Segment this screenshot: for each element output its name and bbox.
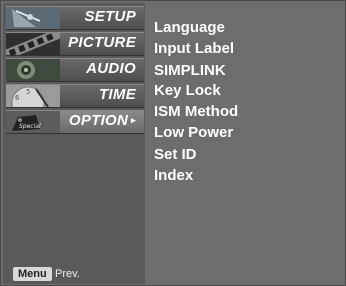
- tab-label: PICTURE: [68, 34, 136, 51]
- film-strip-icon: [6, 33, 60, 55]
- option-item-index[interactable]: Index: [154, 167, 193, 185]
- tab-label: OPTION ▸: [69, 112, 136, 129]
- tab-label: SETUP: [84, 8, 136, 25]
- tab-time[interactable]: 6 5 TIME: [6, 84, 144, 108]
- clock-icon: 6 5: [6, 85, 60, 107]
- category-menu-panel: SETUP PICTURE AUDIO 6 5 TIME Special OPT…: [3, 3, 145, 284]
- option-list-panel: Language Input Label SIMPLINK Key Lock I…: [148, 3, 345, 284]
- option-item-key-lock[interactable]: Key Lock: [154, 82, 221, 100]
- selected-arrow-icon: ▸: [131, 115, 136, 125]
- option-item-simplink[interactable]: SIMPLINK: [154, 62, 226, 80]
- special-tag-icon: Special: [6, 111, 60, 133]
- option-item-low-power[interactable]: Low Power: [154, 124, 233, 142]
- tab-setup[interactable]: SETUP: [6, 6, 144, 30]
- prev-hint-label: Prev.: [55, 268, 80, 280]
- option-item-language[interactable]: Language: [154, 19, 225, 37]
- tab-label: AUDIO: [86, 60, 136, 77]
- svg-text:Special: Special: [19, 123, 41, 130]
- option-item-set-id[interactable]: Set ID: [154, 146, 197, 164]
- svg-text:6: 6: [15, 94, 20, 102]
- tab-option[interactable]: Special OPTION ▸: [6, 110, 144, 134]
- tab-option-label: OPTION: [68, 112, 129, 129]
- menu-key-button[interactable]: Menu: [13, 267, 52, 281]
- option-item-input-label[interactable]: Input Label: [154, 40, 234, 58]
- satellite-dish-icon: [6, 7, 60, 29]
- tab-picture[interactable]: PICTURE: [6, 32, 144, 56]
- option-item-ism-method[interactable]: ISM Method: [154, 103, 238, 121]
- settings-osd-window: SETUP PICTURE AUDIO 6 5 TIME Special OPT…: [0, 0, 346, 286]
- tab-label: TIME: [98, 86, 136, 103]
- tab-audio[interactable]: AUDIO: [6, 58, 144, 82]
- speaker-icon: [6, 59, 60, 81]
- svg-text:5: 5: [26, 88, 30, 96]
